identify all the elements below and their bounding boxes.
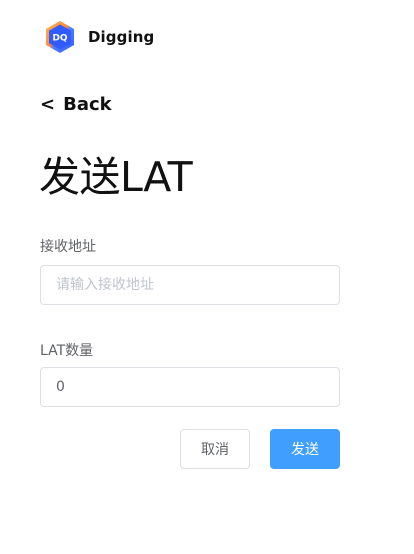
chevron-left-icon: < [40, 94, 56, 115]
page-title: 发送LAT [39, 153, 193, 201]
brand-header: DQ Digging [44, 20, 154, 54]
brand-name: Digging [88, 28, 155, 46]
cancel-button[interactable]: 取消 [180, 429, 250, 469]
back-link[interactable]: < Back [40, 94, 112, 115]
amount-label: LAT数量 [40, 343, 94, 359]
amount-input[interactable] [40, 367, 340, 407]
address-input[interactable] [40, 265, 340, 305]
back-label: Back [63, 94, 112, 115]
logo-text: DQ [52, 34, 67, 44]
send-button[interactable]: 发送 [270, 429, 340, 469]
address-label: 接收地址 [40, 239, 96, 255]
digging-logo-icon: DQ [44, 20, 76, 54]
